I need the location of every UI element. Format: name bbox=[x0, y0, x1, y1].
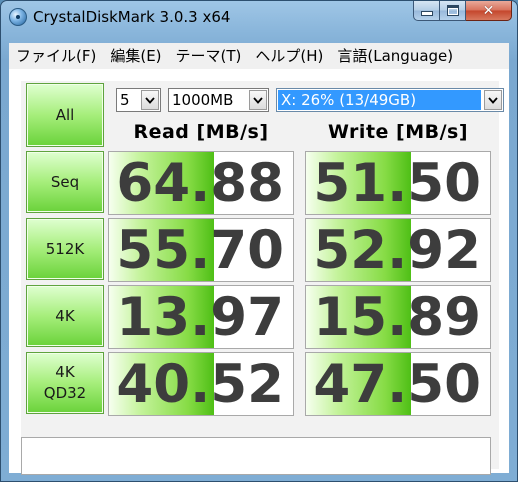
size-select[interactable]: 1000MB bbox=[168, 88, 269, 112]
all-button[interactable]: All bbox=[26, 83, 104, 147]
4k-test-button[interactable]: 4K bbox=[26, 285, 104, 347]
seq-read-number: 64.88 bbox=[116, 153, 284, 214]
512k-write-number: 52.92 bbox=[313, 220, 481, 281]
close-button[interactable]: ✕ bbox=[466, 1, 512, 21]
menu-bar: ファイル(F) 編集(E) テーマ(T) ヘルプ(H) 言語(Language) bbox=[9, 43, 509, 69]
4k-qd32-label-line1: 4K bbox=[55, 363, 75, 381]
window-title: CrystalDiskMark 3.0.3 x64 bbox=[33, 8, 231, 26]
4k-qd32-write-number: 47.50 bbox=[313, 354, 481, 415]
4k-qd32-read-number: 40.52 bbox=[116, 354, 284, 415]
menu-edit[interactable]: 編集(E) bbox=[103, 43, 168, 69]
caption-buttons: ✕ bbox=[413, 1, 512, 22]
client-area: All 5 1000MB X: 26% (13/49GB) Read [MB/s… bbox=[9, 69, 509, 475]
4k-read-value: 13.97 bbox=[108, 285, 294, 349]
512k-read-value: 55.70 bbox=[108, 218, 294, 282]
write-header: Write [MB/s] bbox=[327, 121, 469, 143]
drive-select[interactable]: X: 26% (13/49GB) bbox=[276, 88, 504, 112]
maximize-icon bbox=[446, 5, 459, 16]
menu-file[interactable]: ファイル(F) bbox=[9, 43, 103, 69]
4k-qd32-test-button[interactable]: 4K QD32 bbox=[26, 352, 104, 414]
app-window: CrystalDiskMark 3.0.3 x64 ✕ ファイル(F) 編集(E… bbox=[0, 0, 518, 482]
seq-write-number: 51.50 bbox=[313, 153, 481, 214]
4k-read-number: 13.97 bbox=[116, 287, 284, 348]
menu-theme[interactable]: テーマ(T) bbox=[169, 43, 249, 69]
512k-test-button[interactable]: 512K bbox=[26, 218, 104, 280]
benchmark-panel: All 5 1000MB X: 26% (13/49GB) Read [MB/s… bbox=[21, 81, 504, 475]
menu-help[interactable]: ヘルプ(H) bbox=[248, 43, 330, 69]
4k-qd32-label-line2: QD32 bbox=[43, 384, 87, 402]
4k-write-number: 15.89 bbox=[313, 287, 481, 348]
seq-read-value: 64.88 bbox=[108, 151, 294, 215]
count-select[interactable]: 5 bbox=[116, 88, 161, 112]
chevron-down-icon[interactable] bbox=[141, 90, 159, 110]
512k-write-value: 52.92 bbox=[305, 218, 491, 282]
drive-value: X: 26% (13/49GB) bbox=[278, 90, 481, 110]
title-bar[interactable]: CrystalDiskMark 3.0.3 x64 ✕ bbox=[1, 1, 517, 35]
disk-app-icon[interactable] bbox=[9, 8, 27, 26]
menu-language[interactable]: 言語(Language) bbox=[330, 43, 460, 69]
minimize-icon bbox=[420, 11, 433, 16]
seq-test-button[interactable]: Seq bbox=[26, 151, 104, 213]
512k-read-number: 55.70 bbox=[116, 220, 284, 281]
maximize-button[interactable] bbox=[440, 1, 466, 21]
comment-field[interactable] bbox=[21, 437, 491, 475]
close-icon: ✕ bbox=[482, 2, 495, 19]
chevron-down-icon[interactable] bbox=[484, 90, 502, 110]
4k-write-value: 15.89 bbox=[305, 285, 491, 349]
minimize-button[interactable] bbox=[413, 1, 440, 21]
4k-qd32-write-value: 47.50 bbox=[305, 352, 491, 416]
4k-qd32-read-value: 40.52 bbox=[108, 352, 294, 416]
chevron-down-icon[interactable] bbox=[249, 90, 267, 110]
seq-write-value: 51.50 bbox=[305, 151, 491, 215]
read-header: Read [MB/s] bbox=[133, 121, 269, 143]
